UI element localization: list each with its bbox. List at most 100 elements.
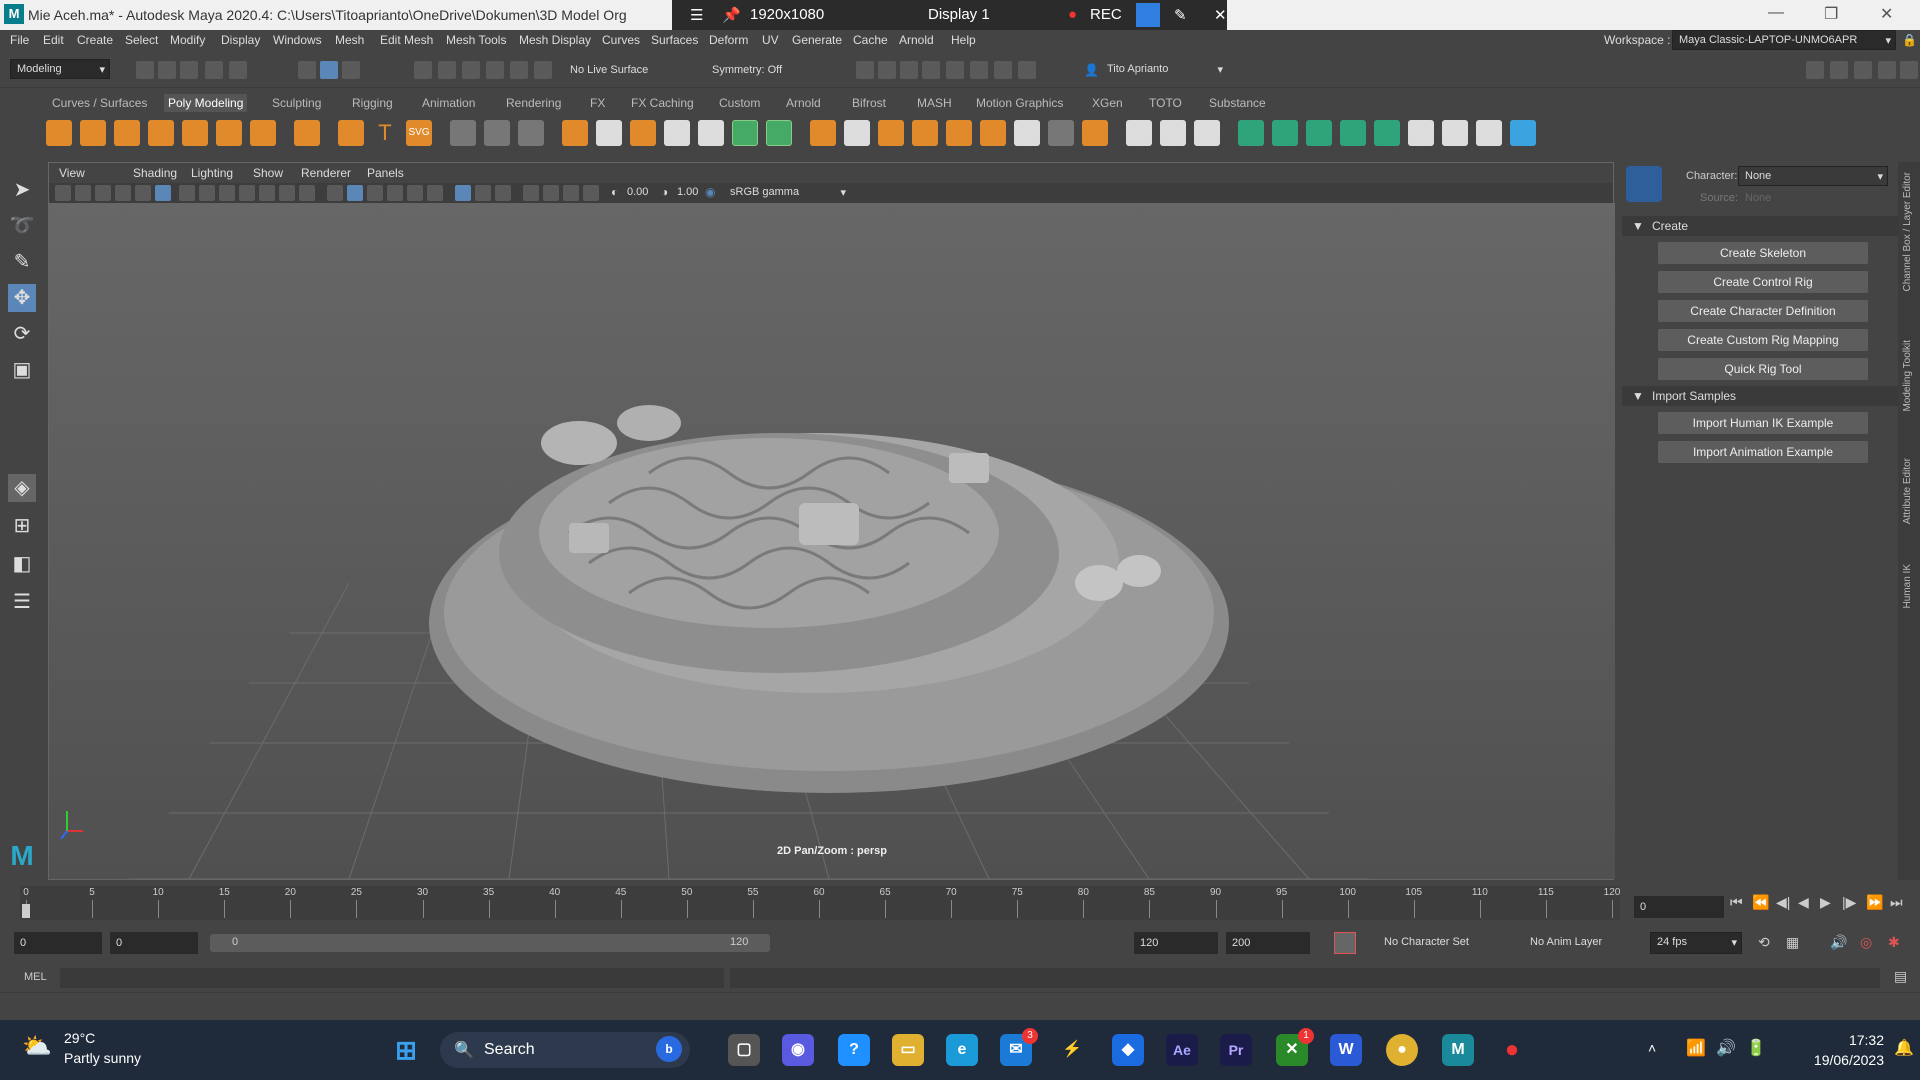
- field-chart-icon[interactable]: [259, 185, 275, 201]
- premiere-icon[interactable]: Pr: [1220, 1034, 1252, 1066]
- multi-cut-icon[interactable]: [766, 120, 792, 146]
- xray-icon[interactable]: [475, 185, 491, 201]
- task-view-icon[interactable]: ▢: [728, 1034, 760, 1066]
- maya-taskbar-icon[interactable]: M: [1442, 1034, 1474, 1066]
- anim-layer-label[interactable]: No Anim Layer: [1530, 936, 1602, 948]
- vp-menu-panels[interactable]: Panels: [367, 166, 404, 180]
- playback-start-field[interactable]: 0: [110, 932, 198, 954]
- command-input[interactable]: [60, 968, 724, 988]
- tab-curves-surfaces[interactable]: Curves / Surfaces: [52, 96, 147, 110]
- teams-chat-icon[interactable]: ◉: [782, 1034, 814, 1066]
- range-slider[interactable]: 0 120: [210, 934, 770, 952]
- extrude-icon[interactable]: [596, 120, 622, 146]
- pause-icon[interactable]: [1018, 61, 1036, 79]
- quick-rig-tool-button[interactable]: Quick Rig Tool: [1658, 358, 1868, 380]
- snap-point-icon[interactable]: [462, 61, 480, 79]
- animation-prefs-icon[interactable]: ✱: [1888, 934, 1900, 951]
- camera-attributes-icon[interactable]: [75, 185, 91, 201]
- wifi-icon[interactable]: 📶: [1686, 1038, 1706, 1058]
- menu-generate[interactable]: Generate: [792, 33, 842, 47]
- camera-select-icon[interactable]: [55, 185, 71, 201]
- menu-mesh[interactable]: Mesh: [335, 33, 364, 47]
- snap-view-icon[interactable]: [534, 61, 552, 79]
- tab-human-ik[interactable]: Human IK: [1902, 564, 1913, 608]
- import-animation-example-button[interactable]: Import Animation Example: [1658, 441, 1868, 463]
- outliner-icon[interactable]: ☰: [8, 588, 36, 616]
- motion-blur-icon[interactable]: [543, 185, 559, 201]
- step-forward-key-icon[interactable]: ⏩: [1866, 894, 1883, 911]
- clock-time[interactable]: 17:32: [1800, 1032, 1884, 1048]
- tab-arnold[interactable]: Arnold: [786, 96, 821, 110]
- vp-menu-renderer[interactable]: Renderer: [301, 166, 351, 180]
- weather-temperature[interactable]: 29°C: [64, 1030, 95, 1046]
- menu-modify[interactable]: Modify: [170, 33, 205, 47]
- menu-display[interactable]: Display: [221, 33, 260, 47]
- boolean-icon[interactable]: [562, 120, 588, 146]
- save-scene-icon[interactable]: [180, 61, 198, 79]
- attribute-editor-icon[interactable]: [1830, 61, 1848, 79]
- weather-description[interactable]: Partly sunny: [64, 1050, 141, 1066]
- lasso-tool-icon[interactable]: ➰: [8, 212, 36, 240]
- source-dropdown[interactable]: None: [1738, 188, 1888, 208]
- capture-area-icon[interactable]: [1136, 3, 1160, 27]
- menu-curves[interactable]: Curves: [602, 33, 640, 47]
- safe-action-icon[interactable]: [279, 185, 295, 201]
- exposure-field[interactable]: 0.00: [627, 186, 648, 198]
- poly-plane-icon[interactable]: [216, 120, 242, 146]
- snap-live-icon[interactable]: [510, 61, 528, 79]
- text-tool-icon[interactable]: T: [372, 120, 398, 146]
- word-icon[interactable]: W: [1330, 1034, 1362, 1066]
- live-surface-label[interactable]: No Live Surface: [570, 64, 648, 76]
- current-time-marker[interactable]: [22, 904, 30, 918]
- tab-mash[interactable]: MASH: [917, 96, 952, 110]
- mesh-reduce-icon[interactable]: [1014, 120, 1040, 146]
- notification-icon[interactable]: 🔔: [1894, 1038, 1914, 1058]
- import-samples-section-header[interactable]: ▼ Import Samples: [1622, 386, 1898, 406]
- poly-torus-icon[interactable]: [182, 120, 208, 146]
- mirror-icon[interactable]: [980, 120, 1006, 146]
- layout-single-icon[interactable]: ◈: [8, 474, 36, 502]
- poly-sphere-icon[interactable]: [46, 120, 72, 146]
- tab-rendering[interactable]: Rendering: [506, 96, 561, 110]
- retopologize-icon[interactable]: [1048, 120, 1074, 146]
- depth-of-field-icon[interactable]: [583, 185, 599, 201]
- arnold-ipr-icon[interactable]: [994, 61, 1012, 79]
- snap-curve-icon[interactable]: [438, 61, 456, 79]
- tab-motion-graphics[interactable]: Motion Graphics: [976, 96, 1063, 110]
- quad-draw-icon[interactable]: [946, 120, 972, 146]
- undo-icon[interactable]: [205, 61, 223, 79]
- rotate-tool-icon[interactable]: ⟳: [8, 320, 36, 348]
- uv-editor-icon[interactable]: [1510, 120, 1536, 146]
- workspace-dropdown[interactable]: Maya Classic-LAPTOP-UNMO6APR ▾: [1672, 30, 1896, 50]
- menu-mesh-display[interactable]: Mesh Display: [519, 33, 591, 47]
- platonic-solid-icon[interactable]: [294, 120, 320, 146]
- user-dropdown[interactable]: Tito Aprianto ▾: [1100, 59, 1228, 79]
- select-tool-icon[interactable]: ➤: [8, 176, 36, 204]
- menu-surfaces[interactable]: Surfaces: [651, 33, 698, 47]
- select-component-icon[interactable]: [342, 61, 360, 79]
- vp-menu-show[interactable]: Show: [253, 166, 283, 180]
- file-explorer-icon[interactable]: ▭: [892, 1034, 924, 1066]
- pen-icon[interactable]: ✎: [1174, 6, 1187, 24]
- super-shape-icon[interactable]: [338, 120, 364, 146]
- render-settings-icon[interactable]: [922, 61, 940, 79]
- default-material-icon[interactable]: [367, 185, 383, 201]
- lock-icon[interactable]: 🔒: [1902, 33, 1917, 47]
- grid-toggle-icon[interactable]: [179, 185, 195, 201]
- tab-fx-caching[interactable]: FX Caching: [631, 96, 694, 110]
- step-back-frame-icon[interactable]: ◀|: [1776, 894, 1790, 911]
- mel-label[interactable]: MEL: [24, 971, 47, 983]
- anti-aliasing-icon[interactable]: [563, 185, 579, 201]
- go-to-start-icon[interactable]: ⏮: [1730, 894, 1743, 911]
- modeling-toolkit-icon[interactable]: [1806, 61, 1824, 79]
- uv-automatic-icon[interactable]: [1340, 120, 1366, 146]
- xray-joints-icon[interactable]: [495, 185, 511, 201]
- wireframe-icon[interactable]: [327, 185, 343, 201]
- close-recorder-icon[interactable]: ✕: [1214, 6, 1227, 24]
- uv-cut-icon[interactable]: [1442, 120, 1468, 146]
- menu-create[interactable]: Create: [77, 33, 113, 47]
- new-scene-icon[interactable]: [136, 61, 154, 79]
- insert-edge-loop-icon[interactable]: [732, 120, 758, 146]
- menu-uv[interactable]: UV: [762, 33, 779, 47]
- close-window-icon[interactable]: ✕: [1880, 4, 1893, 24]
